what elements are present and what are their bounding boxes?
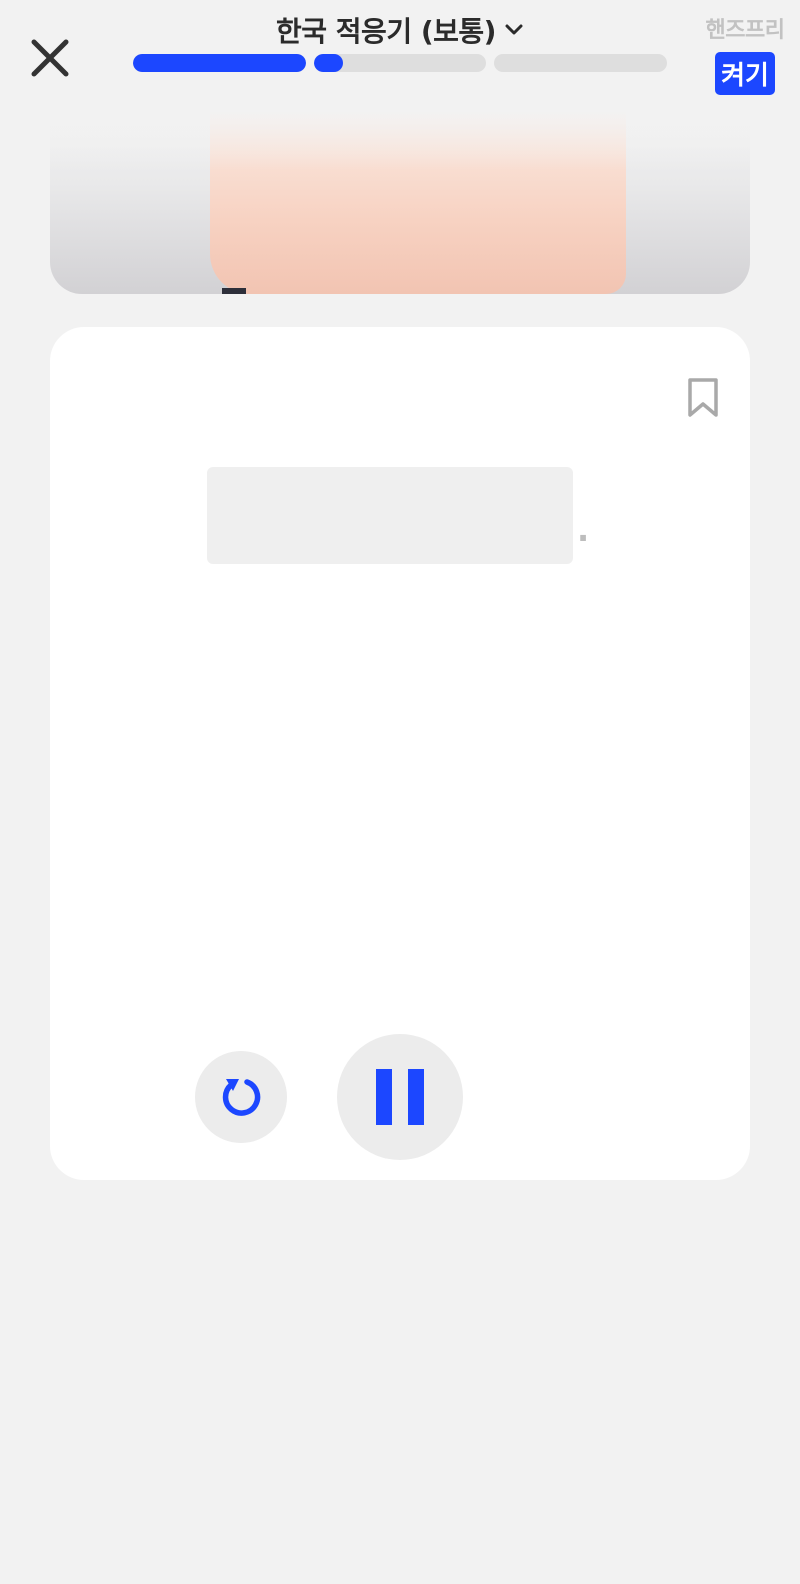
progress-segment-2 [313, 54, 487, 72]
video-detail [222, 288, 246, 294]
pause-icon [376, 1069, 424, 1125]
chevron-down-icon [505, 24, 523, 35]
lesson-title: 한국 적응기 (보통) [276, 15, 496, 48]
progress-segment-fill [133, 54, 306, 72]
progress-segment-1 [133, 54, 306, 72]
lesson-title-dropdown[interactable]: 한국 적응기 (보통) [0, 8, 800, 52]
handsfree-label: 핸즈프리 [705, 18, 785, 43]
bookmark-icon [688, 378, 718, 417]
lesson-progress [133, 54, 668, 72]
bookmark-button[interactable] [686, 377, 720, 419]
handsfree-on-button[interactable]: 켜기 [715, 52, 775, 95]
sentence-card: . [50, 327, 750, 1180]
progress-segment-fill [313, 54, 344, 72]
progress-segment-3 [494, 54, 668, 72]
replay-button[interactable] [195, 1051, 287, 1143]
hidden-sentence-blank[interactable] [207, 467, 573, 564]
video-top-fade [50, 110, 750, 170]
handsfree-toggle[interactable]: 핸즈프리 켜기 [700, 12, 790, 95]
replay-icon [222, 1079, 261, 1116]
sentence-period: . [577, 511, 590, 549]
video-player[interactable] [50, 110, 750, 294]
pause-button[interactable] [337, 1034, 463, 1160]
